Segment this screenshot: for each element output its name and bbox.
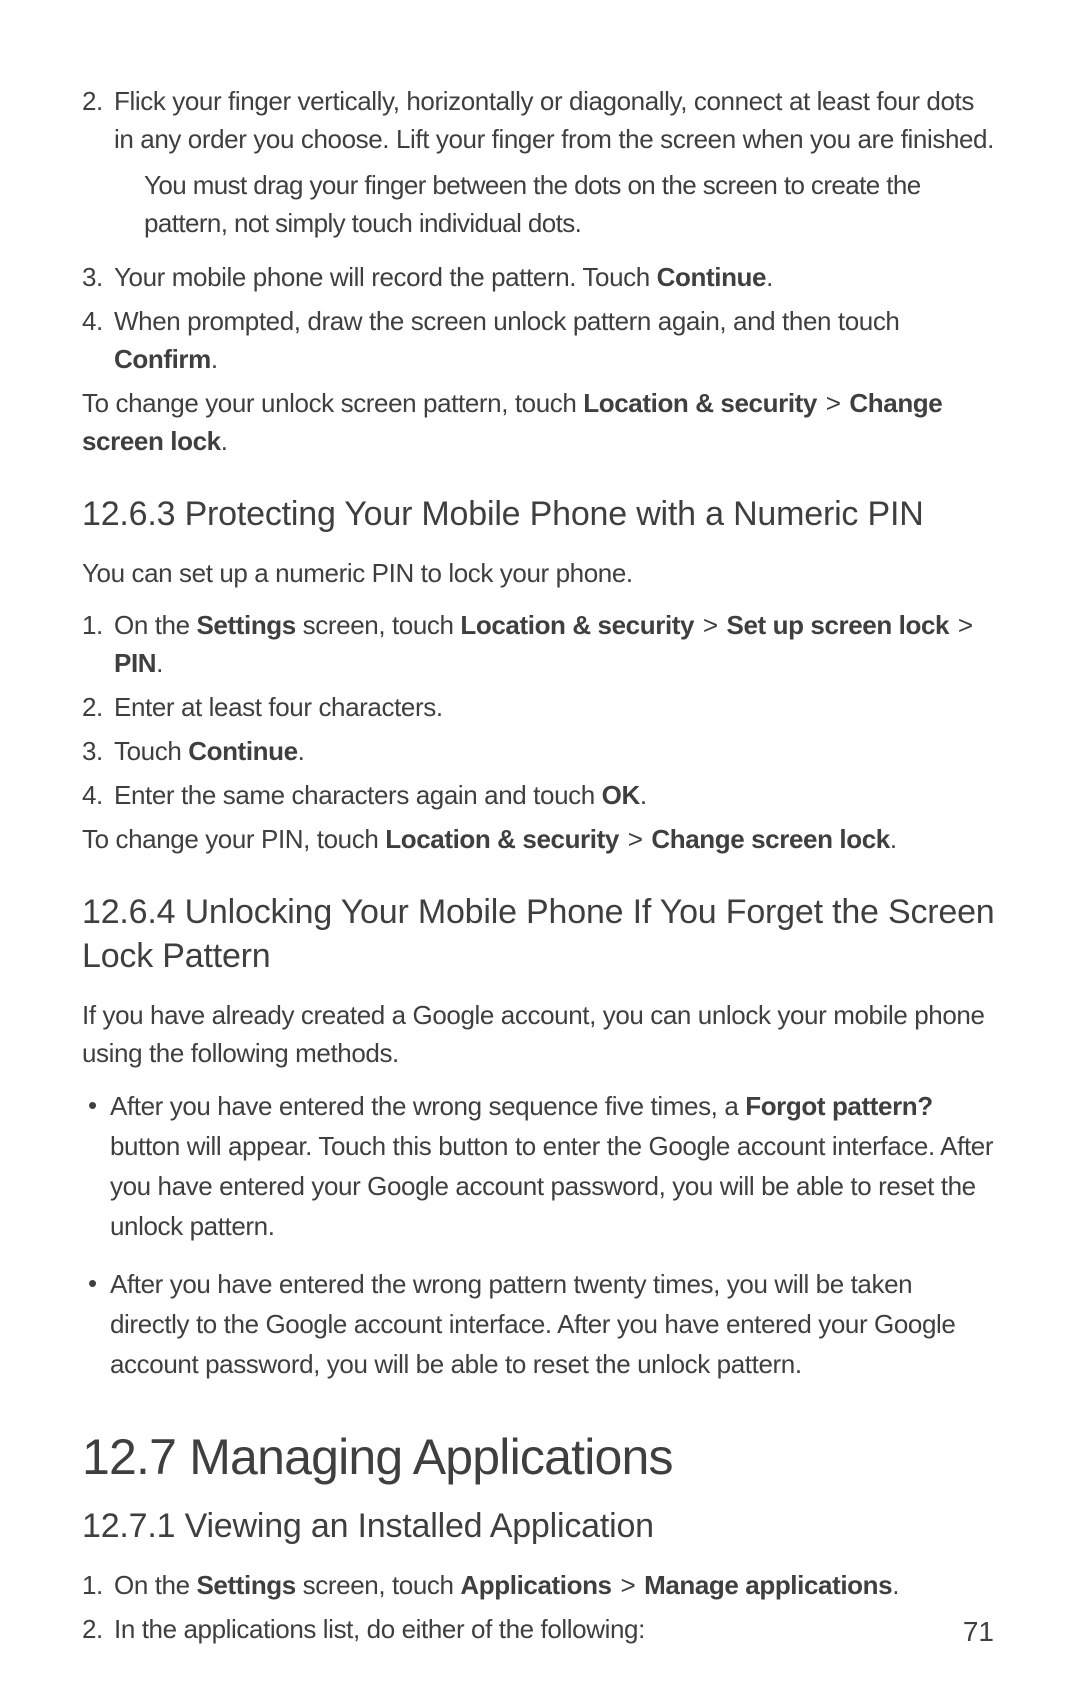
step-number: 4. bbox=[82, 776, 114, 814]
text-fragment: Your mobile phone will record the patter… bbox=[114, 262, 657, 292]
bullet-marker-icon: • bbox=[82, 1264, 110, 1384]
text-fragment: . bbox=[221, 426, 228, 456]
text-fragment: After you have entered the wrong sequenc… bbox=[110, 1091, 745, 1121]
text-fragment: On the bbox=[114, 1570, 196, 1600]
step-text: On the Settings screen, touch Location &… bbox=[114, 606, 995, 682]
step-number: 2. bbox=[82, 1610, 114, 1648]
text-fragment: screen, touch bbox=[296, 1570, 461, 1600]
step-number: 3. bbox=[82, 732, 114, 770]
text-fragment: . bbox=[156, 648, 163, 678]
bullet-text: After you have entered the wrong sequenc… bbox=[110, 1086, 995, 1246]
step-12-6-2-4: 4. When prompted, draw the screen unlock… bbox=[82, 302, 995, 378]
step-text: In the applications list, do either of t… bbox=[114, 1610, 645, 1648]
para-change-pin: To change your PIN, touch Location & sec… bbox=[82, 820, 995, 858]
step-text: Enter at least four characters. bbox=[114, 688, 443, 726]
bold-continue: Continue bbox=[188, 736, 297, 766]
heading-12-7: 12.7 Managing Applications bbox=[82, 1428, 995, 1486]
step-text: When prompted, draw the screen unlock pa… bbox=[114, 302, 995, 378]
step-12-6-3-2: 2. Enter at least four characters. bbox=[82, 688, 995, 726]
step-text: Enter the same characters again and touc… bbox=[114, 776, 647, 814]
heading-12-6-4: 12.6.4 Unlocking Your Mobile Phone If Yo… bbox=[82, 890, 995, 978]
bold-continue: Continue bbox=[657, 262, 766, 292]
bold-change-screen-lock: Change screen lock bbox=[651, 824, 889, 854]
step-number: 3. bbox=[82, 258, 114, 296]
breadcrumb-separator: > bbox=[694, 610, 726, 640]
step-number: 1. bbox=[82, 1566, 114, 1604]
bold-location-security: Location & security bbox=[385, 824, 619, 854]
para-change-pattern: To change your unlock screen pattern, to… bbox=[82, 384, 995, 460]
text-fragment: . bbox=[640, 780, 647, 810]
step-12-6-3-3: 3. Touch Continue. bbox=[82, 732, 995, 770]
text-fragment: . bbox=[766, 262, 773, 292]
step-number: 1. bbox=[82, 606, 114, 682]
text-fragment: Touch bbox=[114, 736, 188, 766]
breadcrumb-separator: > bbox=[817, 388, 849, 418]
heading-12-6-3: 12.6.3 Protecting Your Mobile Phone with… bbox=[82, 492, 995, 536]
bold-ok: OK bbox=[602, 780, 640, 810]
text-fragment: . bbox=[211, 344, 218, 374]
bold-confirm: Confirm bbox=[114, 344, 211, 374]
bold-settings: Settings bbox=[196, 1570, 295, 1600]
step-text: On the Settings screen, touch Applicatio… bbox=[114, 1566, 899, 1604]
bullet-text: After you have entered the wrong pattern… bbox=[110, 1264, 995, 1384]
text-fragment: On the bbox=[114, 610, 196, 640]
step-12-7-1-2: 2. In the applications list, do either o… bbox=[82, 1610, 995, 1648]
bold-applications: Applications bbox=[460, 1570, 611, 1600]
step-number: 4. bbox=[82, 302, 114, 378]
document-page: 2. Flick your finger vertically, horizon… bbox=[0, 0, 1080, 1694]
breadcrumb-separator: > bbox=[612, 1570, 644, 1600]
step-text: Your mobile phone will record the patter… bbox=[114, 258, 773, 296]
step-12-6-2-2: 2. Flick your finger vertically, horizon… bbox=[82, 82, 995, 158]
bold-set-up-screen-lock: Set up screen lock bbox=[727, 610, 950, 640]
step-12-7-1-1: 1. On the Settings screen, touch Applica… bbox=[82, 1566, 995, 1604]
step-12-6-2-3: 3. Your mobile phone will record the pat… bbox=[82, 258, 995, 296]
bullet-item: • After you have entered the wrong seque… bbox=[82, 1086, 995, 1246]
para-12-6-4-intro: If you have already created a Google acc… bbox=[82, 996, 995, 1072]
bullet-item: • After you have entered the wrong patte… bbox=[82, 1264, 995, 1384]
bold-settings: Settings bbox=[196, 610, 295, 640]
step-number: 2. bbox=[82, 688, 114, 726]
text-fragment: . bbox=[890, 824, 897, 854]
text-fragment: Enter the same characters again and touc… bbox=[114, 780, 602, 810]
bullets-12-6-4: • After you have entered the wrong seque… bbox=[82, 1086, 995, 1384]
bold-location-security: Location & security bbox=[460, 610, 694, 640]
page-number: 71 bbox=[963, 1616, 994, 1648]
bold-manage-applications: Manage applications bbox=[644, 1570, 892, 1600]
text-fragment: To change your PIN, touch bbox=[82, 824, 385, 854]
text-fragment: When prompted, draw the screen unlock pa… bbox=[114, 306, 900, 336]
bullet-marker-icon: • bbox=[82, 1086, 110, 1246]
text-fragment: To change your unlock screen pattern, to… bbox=[82, 388, 583, 418]
bold-location-security: Location & security bbox=[583, 388, 817, 418]
breadcrumb-separator: > bbox=[619, 824, 651, 854]
text-fragment: . bbox=[298, 736, 305, 766]
text-fragment: . bbox=[892, 1570, 899, 1600]
step-number: 2. bbox=[82, 82, 114, 158]
para-12-6-3-intro: You can set up a numeric PIN to lock you… bbox=[82, 554, 995, 592]
step-note: You must drag your finger between the do… bbox=[144, 166, 995, 242]
bold-forgot-pattern: Forgot pattern? bbox=[745, 1091, 933, 1121]
heading-12-7-1: 12.7.1 Viewing an Installed Application bbox=[82, 1504, 995, 1548]
step-12-6-3-1: 1. On the Settings screen, touch Locatio… bbox=[82, 606, 995, 682]
step-text: Touch Continue. bbox=[114, 732, 305, 770]
bold-pin: PIN bbox=[114, 648, 156, 678]
step-text: Flick your finger vertically, horizontal… bbox=[114, 82, 995, 158]
step-12-6-3-4: 4. Enter the same characters again and t… bbox=[82, 776, 995, 814]
text-fragment: screen, touch bbox=[296, 610, 461, 640]
breadcrumb-separator: > bbox=[949, 610, 975, 640]
text-fragment: button will appear. Touch this button to… bbox=[110, 1131, 993, 1241]
